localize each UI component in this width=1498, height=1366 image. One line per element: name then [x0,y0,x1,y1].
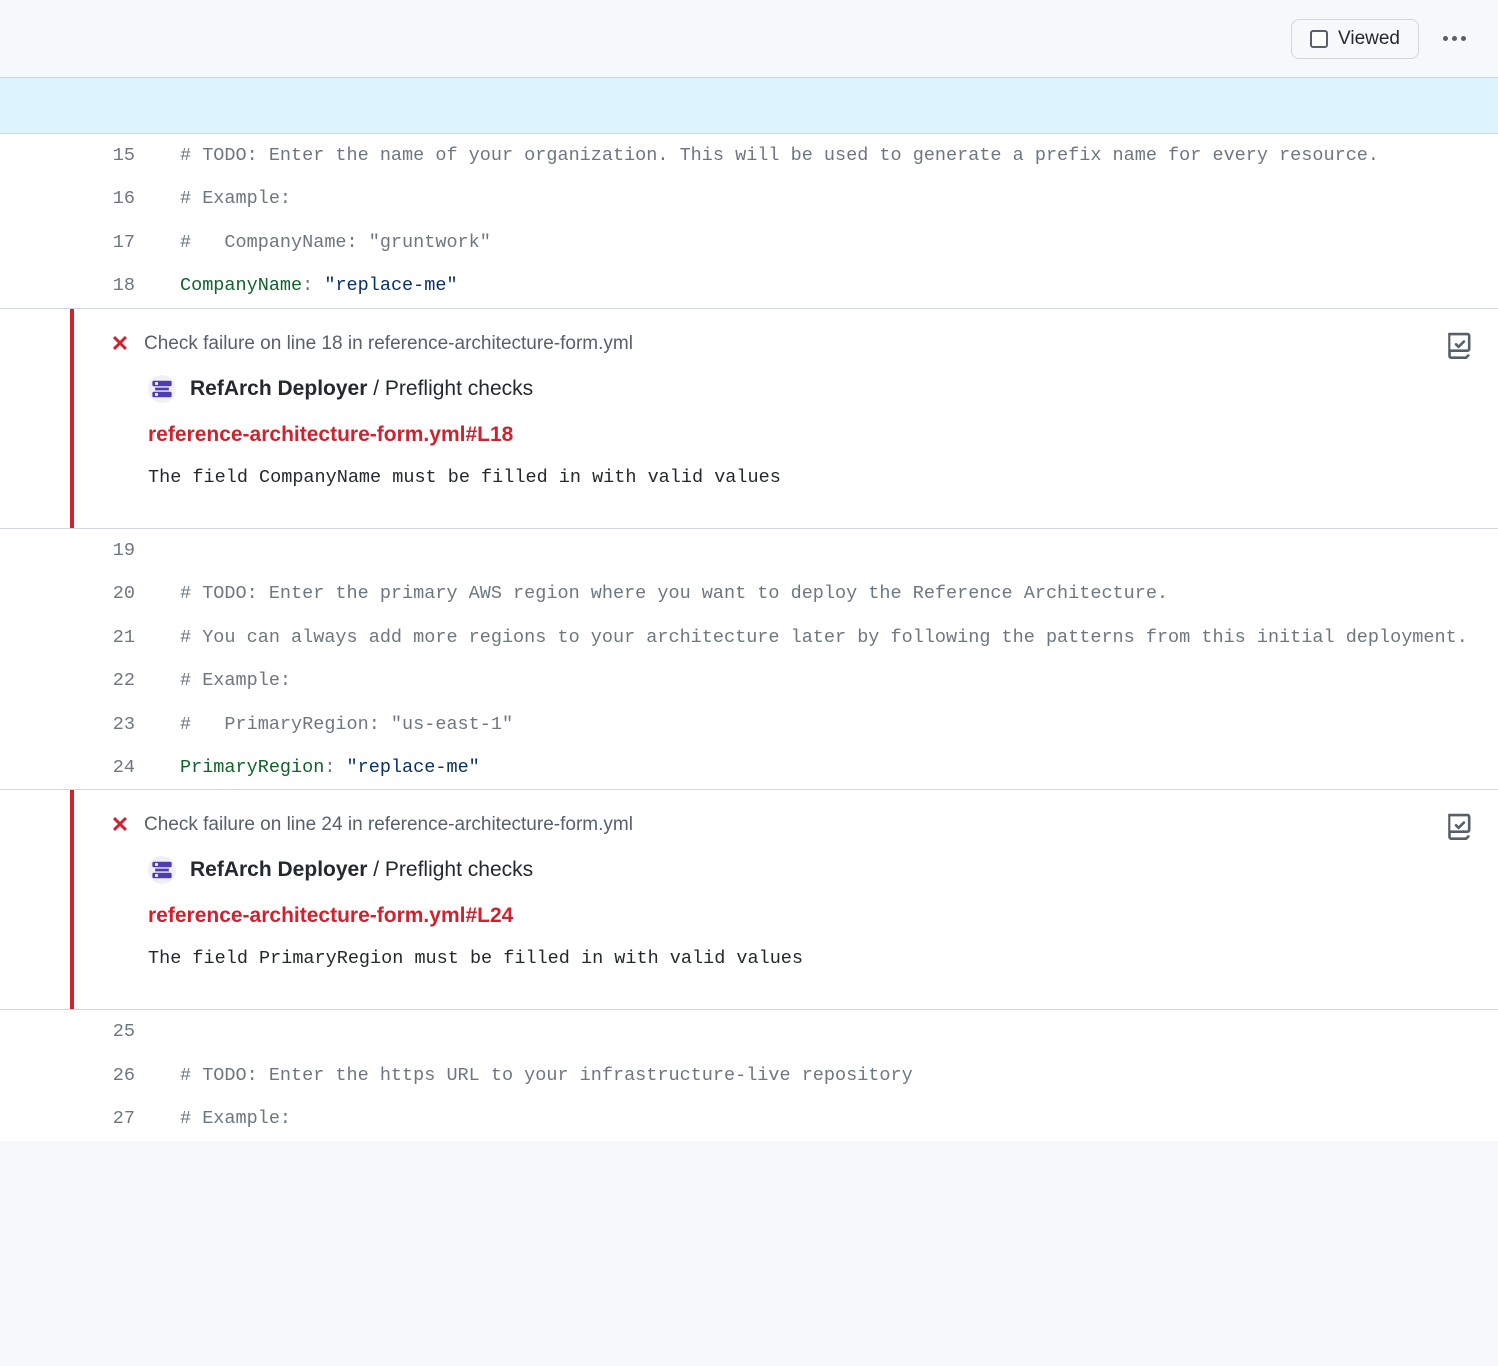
check-annotation: ✕ Check failure on line 18 in reference-… [0,308,1498,529]
code-line: 15# TODO: Enter the name of your organiz… [0,134,1498,177]
line-content: # TODO: Enter the https URL to your infr… [158,1054,1498,1097]
line-content: # You can always add more regions to you… [158,616,1498,659]
checkbox-icon [1310,30,1328,48]
code-line: 16# Example: [0,177,1498,220]
line-content: # CompanyName: "gruntwork" [158,221,1498,264]
dot-icon [1443,36,1448,41]
code-line: 26# TODO: Enter the https URL to your in… [0,1054,1498,1097]
code-line: 17# CompanyName: "gruntwork" [0,221,1498,264]
code-line: 23# PrimaryRegion: "us-east-1" [0,703,1498,746]
line-content: # Example: [158,659,1498,702]
annotation-message: The field PrimaryRegion must be filled i… [148,948,1474,969]
x-icon: ✕ [110,331,130,357]
code-line: 19 [0,529,1498,572]
annotation-link[interactable]: reference-architecture-form.yml#L18 [148,423,1474,447]
code-lines: 15# TODO: Enter the name of your organiz… [0,134,1498,308]
app-avatar-icon [148,856,176,884]
resolve-icon[interactable] [1446,812,1474,840]
code-lines: 2526# TODO: Enter the https URL to your … [0,1010,1498,1140]
failure-summary: Check failure on line 24 in reference-ar… [144,814,633,836]
line-content: CompanyName: "replace-me" [158,264,1498,307]
viewed-label: Viewed [1338,28,1400,50]
line-content: # Example: [158,177,1498,220]
code-lines: 1920# TODO: Enter the primary AWS region… [0,529,1498,790]
check-annotation: ✕ Check failure on line 24 in reference-… [0,789,1498,1010]
line-content: # Example: [158,1097,1498,1140]
app-name[interactable]: RefArch Deployer [190,858,367,881]
line-content: # TODO: Enter the primary AWS region whe… [158,572,1498,615]
file-actions-menu[interactable] [1435,28,1474,49]
code-line: 20# TODO: Enter the primary AWS region w… [0,572,1498,615]
code-line: 27# Example: [0,1097,1498,1140]
failure-summary: Check failure on line 18 in reference-ar… [144,333,633,355]
code-line: 25 [0,1010,1498,1053]
line-content: # TODO: Enter the name of your organizat… [158,134,1498,177]
line-content [158,1010,1498,1053]
error-bar [70,309,74,528]
code-line: 18CompanyName: "replace-me" [0,264,1498,307]
file-header: Viewed [0,0,1498,78]
dot-icon [1461,36,1466,41]
line-content: # PrimaryRegion: "us-east-1" [158,703,1498,746]
line-content: PrimaryRegion: "replace-me" [158,746,1498,789]
error-bar [70,790,74,1009]
x-icon: ✕ [110,812,130,838]
dot-icon [1452,36,1457,41]
app-name[interactable]: RefArch Deployer [190,377,367,400]
line-content [158,529,1498,572]
code-line: 21# You can always add more regions to y… [0,616,1498,659]
code-line: 22# Example: [0,659,1498,702]
viewed-toggle[interactable]: Viewed [1291,19,1419,59]
check-context: Preflight checks [385,858,533,881]
check-context: Preflight checks [385,377,533,400]
code-line: 24PrimaryRegion: "replace-me" [0,746,1498,789]
annotation-message: The field CompanyName must be filled in … [148,467,1474,488]
diff-expand-bar[interactable] [0,78,1498,134]
app-avatar-icon [148,375,176,403]
resolve-icon[interactable] [1446,331,1474,359]
annotation-link[interactable]: reference-architecture-form.yml#L24 [148,904,1474,928]
